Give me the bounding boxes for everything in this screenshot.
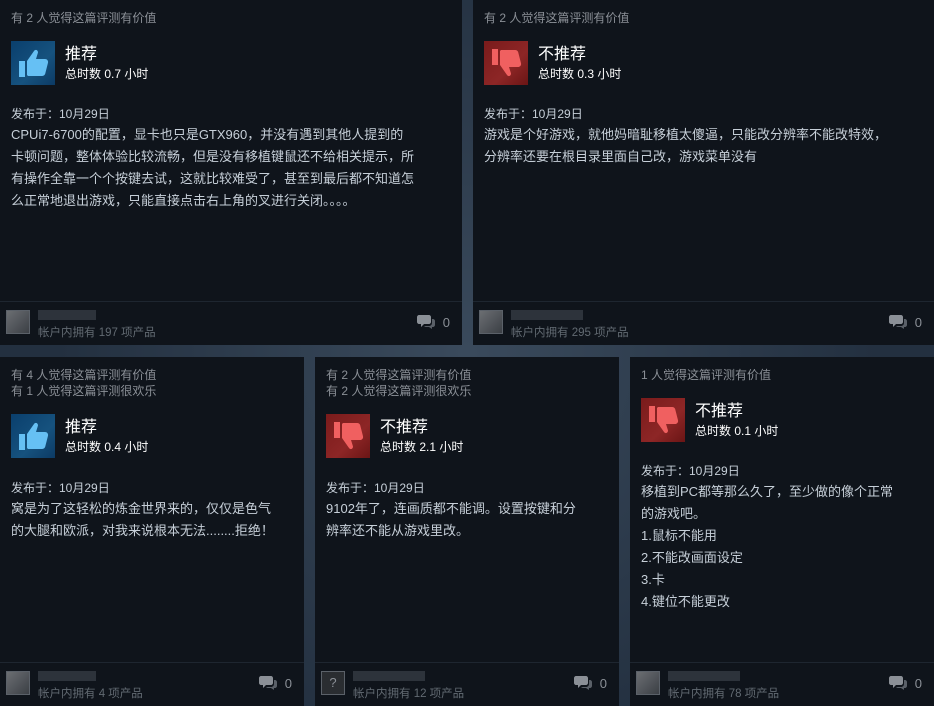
helpful-line: 有 4 人觉得这篇评测有价值 <box>11 368 157 382</box>
helpful-votes: 有 2 人觉得这篇评测有价值 <box>11 10 156 26</box>
review-card: 有 4 人觉得这篇评测有价值 有 1 人觉得这篇评测很欢乐 推荐 总时数 0.4… <box>0 357 304 706</box>
products-owned: 帐户内拥有 12 项产品 <box>353 688 465 700</box>
comment-count: 0 <box>914 675 922 691</box>
thumbs-up-icon <box>11 41 55 85</box>
review-line: 分辨率还要在根目录里面自己改，游戏菜单没有 <box>484 149 758 164</box>
username[interactable] <box>38 310 96 320</box>
review-footer: 帐户内拥有 4 项产品 0 <box>0 662 304 706</box>
review-footer: 帐户内拥有 295 项产品 0 <box>473 301 934 345</box>
hours-played: 总时数 0.3 小时 <box>538 66 622 81</box>
posted-date: 发布于：10月29日 <box>11 107 110 121</box>
comments-button[interactable]: 0 <box>258 675 292 691</box>
helpful-votes: 有 4 人觉得这篇评测有价值 有 1 人觉得这篇评测很欢乐 <box>11 367 156 399</box>
review-line: 游戏是个好游戏，就他妈暗耻移植太傻逼，只能改分辨率不能改特效， <box>484 127 888 142</box>
review-line: 窝是为了这轻松的炼金世界来的，仅仅是色气 <box>11 501 272 516</box>
hours-played: 总时数 0.4 小时 <box>65 439 149 454</box>
comments-button[interactable]: 0 <box>573 675 607 691</box>
verdict-label: 不推荐 <box>695 402 744 420</box>
comment-count: 0 <box>442 314 450 330</box>
products-owned: 帐户内拥有 4 项产品 <box>38 688 143 700</box>
helpful-line: 有 2 人觉得这篇评测有价值 <box>11 11 157 25</box>
avatar[interactable] <box>6 671 30 695</box>
verdict-label: 推荐 <box>65 418 98 436</box>
posted-date: 发布于：10月29日 <box>11 481 110 495</box>
review-line: 移植到PC都等那么久了，至少做的像个正常 <box>641 484 894 499</box>
review-line: 么正常地退出游戏，只能直接点击右上角的叉进行关闭。。。。 <box>11 193 356 208</box>
review-footer: 帐户内拥有 197 项产品 0 <box>0 301 462 345</box>
review-footer: ? 帐户内拥有 12 项产品 0 <box>315 662 619 706</box>
avatar[interactable] <box>636 671 660 695</box>
comment-icon <box>888 315 907 329</box>
helpful-votes: 1 人觉得这篇评测有价值 <box>641 367 771 383</box>
comments-button[interactable]: 0 <box>888 675 922 691</box>
funny-line: 有 1 人觉得这篇评测很欢乐 <box>11 384 157 398</box>
review-verdict[interactable]: 不推荐 总时数 0.1 小时 <box>641 398 778 442</box>
posted-date: 发布于：10月29日 <box>484 107 583 121</box>
review-body: CPUi7-6700的配置，显卡也只是GTX960，并没有遇到其他人提到的 卡顿… <box>11 124 454 212</box>
username[interactable] <box>38 671 96 681</box>
review-line: 的游戏吧。 <box>641 506 707 521</box>
review-line: 1.鼠标不能用 <box>641 528 717 543</box>
comment-count: 0 <box>599 675 607 691</box>
hours-played: 总时数 0.7 小时 <box>65 66 149 81</box>
review-line: 辨率还不能从游戏里改。 <box>326 523 470 538</box>
review-line: 卡顿问题，整体体验比较流畅，但是没有移植键鼠还不给相关提示，所 <box>11 149 415 164</box>
review-line: 的大腿和欧派，对我来说根本无法........拒绝！ <box>11 523 274 538</box>
review-verdict[interactable]: 推荐 总时数 0.4 小时 <box>11 414 148 458</box>
verdict-label: 不推荐 <box>380 418 429 436</box>
review-verdict[interactable]: 不推荐 总时数 0.3 小时 <box>484 41 621 85</box>
comment-icon <box>573 676 592 690</box>
review-card: 1 人觉得这篇评测有价值 不推荐 总时数 0.1 小时 发布于：10月29日 移… <box>630 357 934 706</box>
comment-icon <box>258 676 277 690</box>
review-body: 游戏是个好游戏，就他妈暗耻移植太傻逼，只能改分辨率不能改特效， 分辨率还要在根目… <box>484 124 926 168</box>
comment-count: 0 <box>914 314 922 330</box>
helpful-line: 1 人觉得这篇评测有价值 <box>641 368 772 382</box>
thumbs-down-icon <box>641 398 685 442</box>
review-body: 9102年了，连画质都不能调。设置按键和分 辨率还不能从游戏里改。 <box>326 498 613 542</box>
review-verdict[interactable]: 不推荐 总时数 2.1 小时 <box>326 414 463 458</box>
posted-date: 发布于：10月29日 <box>326 481 425 495</box>
products-owned: 帐户内拥有 197 项产品 <box>38 327 156 339</box>
verdict-label: 不推荐 <box>538 45 587 63</box>
username[interactable] <box>668 671 740 681</box>
comment-icon <box>888 676 907 690</box>
posted-date: 发布于：10月29日 <box>641 464 740 478</box>
comment-count: 0 <box>284 675 292 691</box>
verdict-label: 推荐 <box>65 45 98 63</box>
hours-played: 总时数 0.1 小时 <box>695 423 779 438</box>
comments-button[interactable]: 0 <box>888 314 922 330</box>
comment-icon <box>416 315 435 329</box>
review-line: 3.卡 <box>641 572 665 587</box>
hours-played: 总时数 2.1 小时 <box>380 439 464 454</box>
review-card: 有 2 人觉得这篇评测有价值 有 2 人觉得这篇评测很欢乐 不推荐 总时数 2.… <box>315 357 619 706</box>
funny-line: 有 2 人觉得这篇评测很欢乐 <box>326 384 472 398</box>
avatar[interactable] <box>6 310 30 334</box>
review-line: CPUi7-6700的配置，显卡也只是GTX960，并没有遇到其他人提到的 <box>11 127 404 142</box>
review-verdict[interactable]: 推荐 总时数 0.7 小时 <box>11 41 148 85</box>
thumbs-down-icon <box>484 41 528 85</box>
review-line: 有操作全靠一个个按键去试，这就比较难受了，甚至到最后都不知道怎 <box>11 171 415 186</box>
avatar[interactable] <box>479 310 503 334</box>
username[interactable] <box>353 671 425 681</box>
helpful-votes: 有 2 人觉得这篇评测有价值 <box>484 10 629 26</box>
review-card: 有 2 人觉得这篇评测有价值 推荐 总时数 0.7 小时 发布于：10月29日 … <box>0 0 462 345</box>
review-line: 2.不能改画面设定 <box>641 550 743 565</box>
avatar[interactable]: ? <box>321 671 345 695</box>
review-body: 窝是为了这轻松的炼金世界来的，仅仅是色气 的大腿和欧派，对我来说根本无法....… <box>11 498 298 542</box>
comments-button[interactable]: 0 <box>416 314 450 330</box>
products-owned: 帐户内拥有 78 项产品 <box>668 688 780 700</box>
review-body: 移植到PC都等那么久了，至少做的像个正常 的游戏吧。 1.鼠标不能用 2.不能改… <box>641 481 928 613</box>
thumbs-down-icon <box>326 414 370 458</box>
review-footer: 帐户内拥有 78 项产品 0 <box>630 662 934 706</box>
review-line: 9102年了，连画质都不能调。设置按键和分 <box>326 501 576 516</box>
helpful-line: 有 2 人觉得这篇评测有价值 <box>484 11 630 25</box>
helpful-votes: 有 2 人觉得这篇评测有价值 有 2 人觉得这篇评测很欢乐 <box>326 367 471 399</box>
username[interactable] <box>511 310 583 320</box>
thumbs-up-icon <box>11 414 55 458</box>
review-line: 4.键位不能更改 <box>641 594 730 609</box>
helpful-line: 有 2 人觉得这篇评测有价值 <box>326 368 472 382</box>
review-card: 有 2 人觉得这篇评测有价值 不推荐 总时数 0.3 小时 发布于：10月29日… <box>473 0 934 345</box>
products-owned: 帐户内拥有 295 项产品 <box>511 327 629 339</box>
